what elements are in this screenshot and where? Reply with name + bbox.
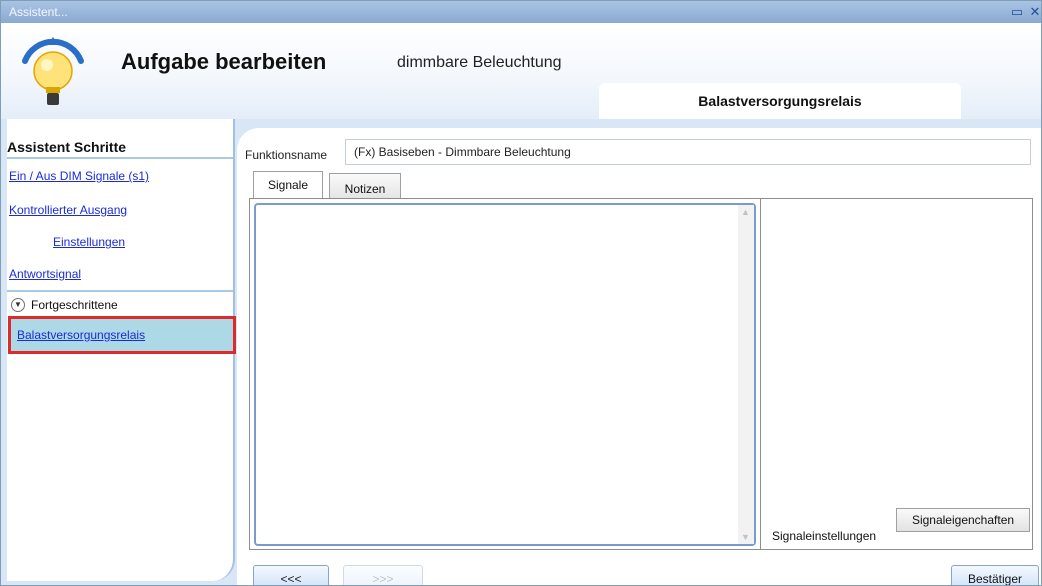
back-button[interactable]: <<<	[253, 565, 329, 585]
function-name-label: Funktionsname	[245, 148, 328, 162]
divider	[7, 290, 233, 292]
next-button[interactable]: >>>	[343, 565, 423, 585]
sidebar-item-ballast-relay[interactable]: Balastversorgungsrelais	[8, 316, 236, 354]
header: Aufgabe bearbeiten dimmbare Beleuchtung …	[1, 23, 1041, 119]
divider	[7, 157, 233, 159]
confirm-button[interactable]: Bestätiger	[951, 565, 1039, 585]
page-title: Aufgabe bearbeiten	[121, 49, 327, 74]
chevron-down-icon: ▼	[11, 298, 25, 312]
sidebar-heading: Assistent Schritte	[7, 139, 127, 155]
tab-signals[interactable]: Signale	[253, 171, 323, 199]
restore-icon[interactable]: ▭	[1009, 4, 1025, 20]
scrollbar[interactable]: ▲ ▼	[738, 205, 754, 544]
sidebar-item-settings[interactable]: Einstellungen	[53, 235, 125, 249]
close-icon[interactable]: ✕	[1027, 4, 1041, 20]
scroll-up-icon[interactable]: ▲	[741, 207, 750, 217]
page-subtitle: dimmbare Beleuchtung	[397, 54, 562, 71]
advanced-label: Fortgeschrittene	[31, 298, 118, 312]
sidebar-item-response-signal[interactable]: Antwortsignal	[9, 267, 81, 281]
signals-panel: ▲ ▼ Signaleinstellungen Signaleigenchaft…	[249, 198, 1033, 550]
sidebar-item-on-off-dim-signals[interactable]: Ein / Aus DIM Signale (s1)	[9, 169, 149, 183]
current-step-tab: Balastversorgungsrelais	[599, 83, 961, 119]
window-title: Assistent...	[9, 5, 68, 19]
scroll-down-icon[interactable]: ▼	[741, 532, 750, 542]
assistant-window: Assistent... ▭ ✕ Aufgabe bearbeiten dimm…	[0, 0, 1042, 586]
tab-notes[interactable]: Notizen	[329, 173, 401, 199]
tab-signal-properties[interactable]: Signaleigenchaften	[896, 508, 1030, 532]
advanced-toggle[interactable]: ▼ Fortgeschrittene	[11, 295, 118, 315]
signal-list[interactable]: ▲ ▼	[254, 203, 756, 546]
tab-signal-settings[interactable]: Signaleinstellungen	[772, 529, 876, 543]
sidebar-item-label: Balastversorgungsrelais	[17, 328, 146, 342]
splitter[interactable]	[760, 199, 761, 549]
sidebar-item-controlled-output[interactable]: Kontrollierter Ausgang	[9, 203, 127, 217]
steps-sidebar: Assistent Schritte Ein / Aus DIM Signale…	[7, 119, 236, 581]
title-bar: Assistent... ▭ ✕	[1, 1, 1041, 23]
light-bulb-icon	[22, 37, 84, 105]
content-area: Funktionsname (Fx) Basiseben - Dimmbare …	[237, 128, 1041, 585]
function-name-field[interactable]: (Fx) Basiseben - Dimmbare Beleuchtung	[345, 139, 1031, 165]
